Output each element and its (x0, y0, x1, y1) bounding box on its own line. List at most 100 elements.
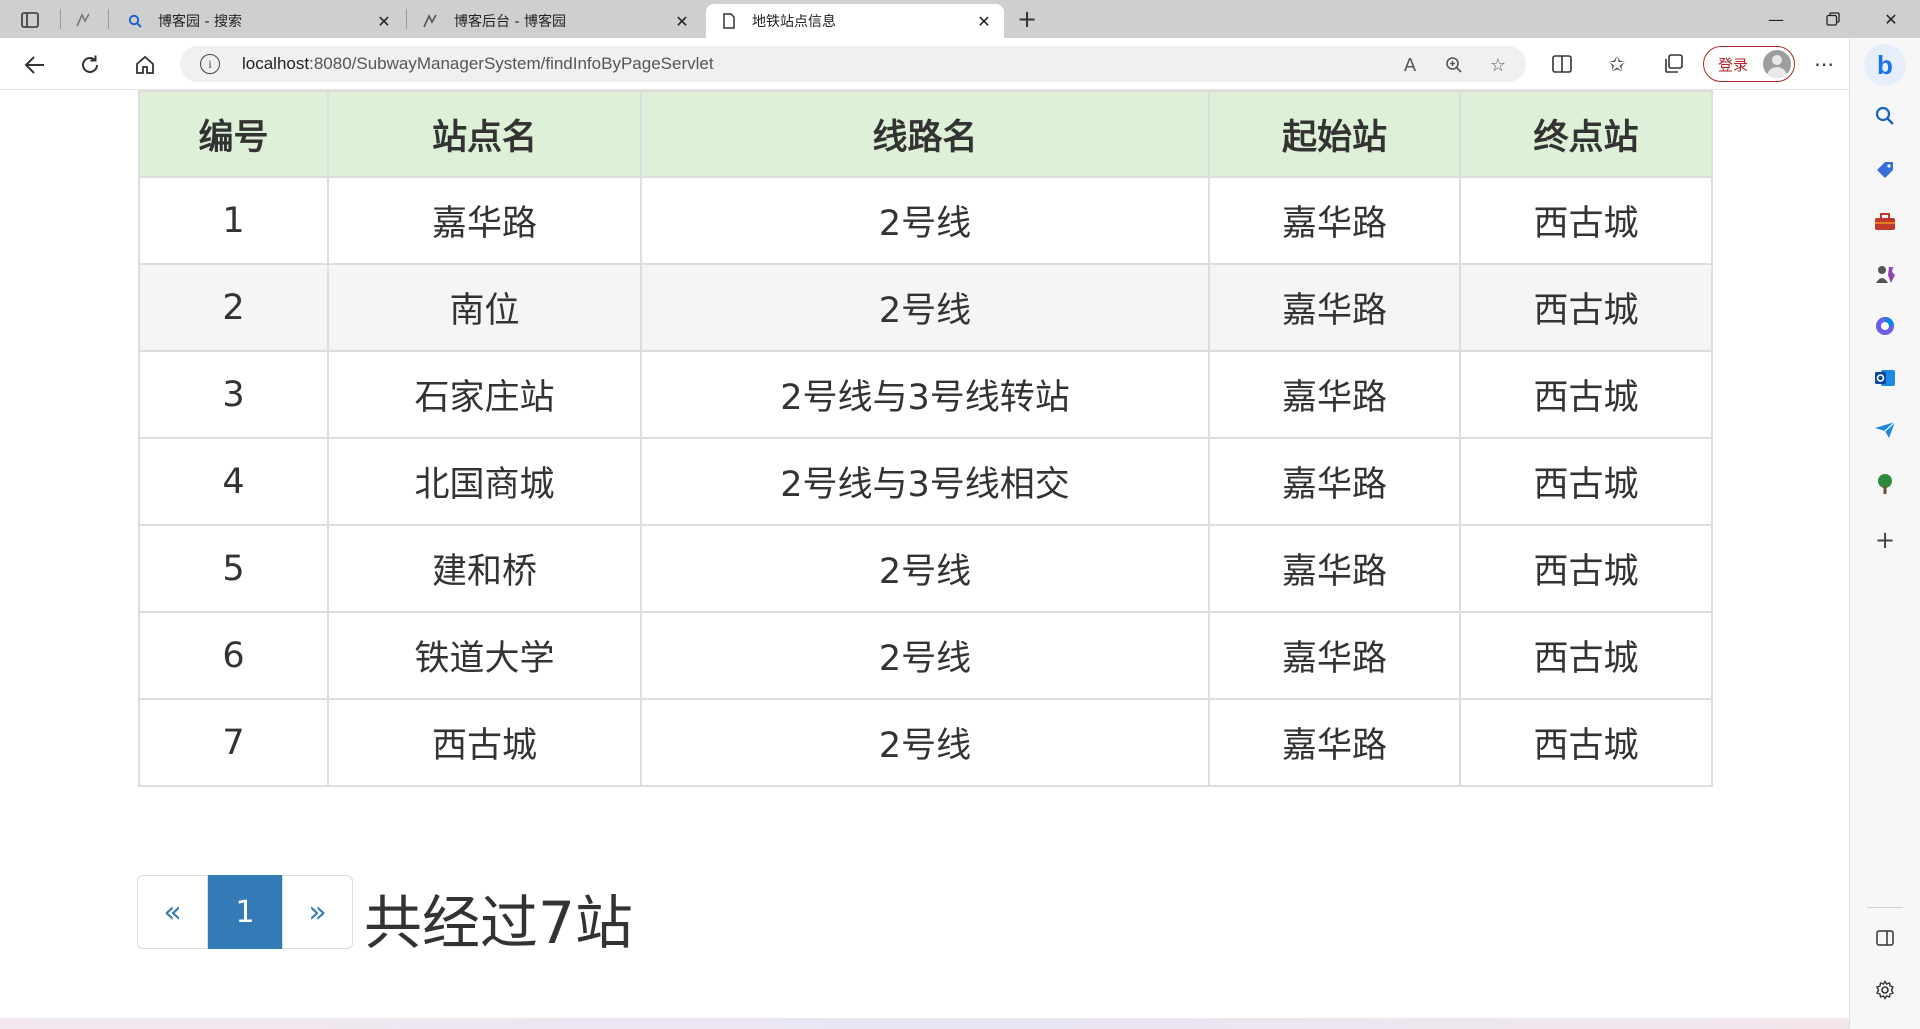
tab-subway-info[interactable]: 地铁站点信息 ✕ (706, 4, 1004, 38)
close-icon[interactable]: ✕ (374, 11, 394, 31)
url-path: :8080/SubwayManagerSystem/findInfoByPage… (309, 54, 714, 73)
tools-icon[interactable] (1873, 210, 1897, 234)
shopping-tag-icon[interactable] (1873, 158, 1897, 182)
table-row: 6 铁道大学 2号线 嘉华路 西古城 (138, 611, 1713, 700)
zoom-icon[interactable] (1442, 53, 1466, 77)
refresh-icon[interactable] (75, 50, 105, 80)
tree-icon[interactable] (1873, 472, 1897, 496)
cell-id: 1 (138, 176, 329, 265)
page-1-button[interactable]: 1 (208, 875, 282, 949)
taskbar-edge (0, 1018, 1849, 1029)
info-icon[interactable]: i (200, 54, 220, 74)
cell-id: 6 (138, 611, 329, 700)
tab-title: 地铁站点信息 (752, 14, 836, 30)
cell-start: 嘉华路 (1208, 698, 1461, 787)
avatar (1763, 50, 1791, 78)
cell-id: 5 (138, 524, 329, 613)
cell-line: 2号线 (640, 611, 1210, 700)
station-table: 编号 站点名 线路名 起始站 终点站 1 嘉华路 2号线 嘉华路 西古城 2 南… (138, 90, 1713, 787)
table-row: 7 西古城 2号线 嘉华路 西古城 (138, 698, 1713, 787)
cell-station: 石家庄站 (327, 350, 642, 439)
cell-end: 西古城 (1459, 698, 1713, 787)
new-tab-button[interactable]: + (1014, 5, 1040, 33)
column-header-station: 站点名 (327, 90, 642, 178)
column-header-end: 终点站 (1459, 90, 1713, 178)
url-text[interactable]: localhost:8080/SubwayManagerSystem/findI… (242, 54, 714, 74)
cell-id: 2 (138, 263, 329, 352)
close-icon[interactable]: ✕ (672, 11, 692, 31)
cell-id: 3 (138, 350, 329, 439)
next-page-button[interactable]: » (282, 875, 353, 949)
table-row: 1 嘉华路 2号线 嘉华路 西古城 (138, 176, 1713, 265)
add-sidebar-app-icon[interactable]: + (1873, 526, 1897, 554)
login-button[interactable]: 登录 (1703, 46, 1795, 82)
prev-page-button[interactable]: « (137, 875, 208, 949)
cell-line: 2号线与3号线转站 (640, 350, 1210, 439)
tab-blog-admin[interactable]: 博客后台 - 博客园 ✕ (408, 4, 702, 38)
tab-actions-icon[interactable] (17, 7, 43, 33)
close-icon[interactable]: ✕ (974, 11, 994, 31)
cell-end: 西古城 (1459, 176, 1713, 265)
send-icon[interactable] (1873, 418, 1897, 442)
column-header-line: 线路名 (640, 90, 1210, 178)
collections-icon[interactable] (1659, 50, 1687, 78)
cell-line: 2号线 (640, 524, 1210, 613)
cell-start: 嘉华路 (1208, 524, 1461, 613)
cell-station: 铁道大学 (327, 611, 642, 700)
bing-copilot-icon[interactable]: b (1864, 44, 1906, 86)
table-row: 5 建和桥 2号线 嘉华路 西古城 (138, 524, 1713, 613)
cell-line: 2号线 (640, 176, 1210, 265)
read-aloud-icon[interactable]: A (1398, 53, 1422, 77)
search-icon (126, 12, 144, 30)
cell-line: 2号线 (640, 698, 1210, 787)
login-label: 登录 (1718, 56, 1749, 74)
favorites-icon[interactable]: ✩ (1603, 50, 1631, 78)
tab-search[interactable]: 博客园 - 搜索 ✕ (112, 4, 404, 38)
search-icon[interactable] (1873, 104, 1897, 128)
microsoft-365-icon[interactable] (1873, 314, 1897, 338)
add-favorite-icon[interactable]: ☆ (1486, 53, 1510, 77)
cell-start: 嘉华路 (1208, 437, 1461, 526)
tab-title: 博客后台 - 博客园 (454, 14, 566, 30)
cell-end: 西古城 (1459, 437, 1713, 526)
cell-end: 西古城 (1459, 263, 1713, 352)
cell-line: 2号线与3号线相交 (640, 437, 1210, 526)
address-toolbar: i localhost:8080/SubwayManagerSystem/fin… (0, 38, 1920, 90)
cell-end: 西古城 (1459, 611, 1713, 700)
cnblogs-icon (422, 12, 440, 30)
table-row: 2 南位 2号线 嘉华路 西古城 (138, 263, 1713, 352)
hide-sidebar-icon[interactable] (1873, 926, 1897, 950)
url-host: localhost (242, 54, 310, 73)
cell-station: 嘉华路 (327, 176, 642, 265)
minimize-button[interactable]: — (1753, 0, 1799, 38)
column-header-start: 起始站 (1208, 90, 1461, 178)
sidebar-divider (1867, 907, 1903, 908)
cell-start: 嘉华路 (1208, 611, 1461, 700)
tab-title: 博客园 - 搜索 (158, 14, 242, 30)
pinned-tab-icon[interactable] (71, 7, 97, 33)
back-icon[interactable] (20, 50, 50, 80)
home-icon[interactable] (130, 50, 160, 80)
column-header-id: 编号 (138, 90, 329, 178)
table-row: 4 北国商城 2号线与3号线相交 嘉华路 西古城 (138, 437, 1713, 526)
games-icon[interactable] (1873, 262, 1897, 286)
edge-sidebar: b + (1849, 38, 1920, 1029)
cell-start: 嘉华路 (1208, 350, 1461, 439)
station-count-summary: 共经过7站 (364, 889, 633, 957)
settings-gear-icon[interactable] (1873, 978, 1897, 1002)
cell-station: 西古城 (327, 698, 642, 787)
close-window-button[interactable]: ✕ (1868, 0, 1914, 38)
restore-button[interactable] (1810, 0, 1856, 38)
cell-station: 北国商城 (327, 437, 642, 526)
split-screen-icon[interactable] (1548, 50, 1576, 78)
cell-id: 4 (138, 437, 329, 526)
table-row: 3 石家庄站 2号线与3号线转站 嘉华路 西古城 (138, 350, 1713, 439)
cell-station: 建和桥 (327, 524, 642, 613)
more-menu-icon[interactable]: ⋯ (1810, 50, 1838, 78)
outlook-icon[interactable] (1873, 366, 1897, 390)
cell-id: 7 (138, 698, 329, 787)
cell-station: 南位 (327, 263, 642, 352)
tab-separator (108, 9, 109, 29)
cell-end: 西古城 (1459, 524, 1713, 613)
address-bar[interactable]: i localhost:8080/SubwayManagerSystem/fin… (180, 46, 1526, 82)
